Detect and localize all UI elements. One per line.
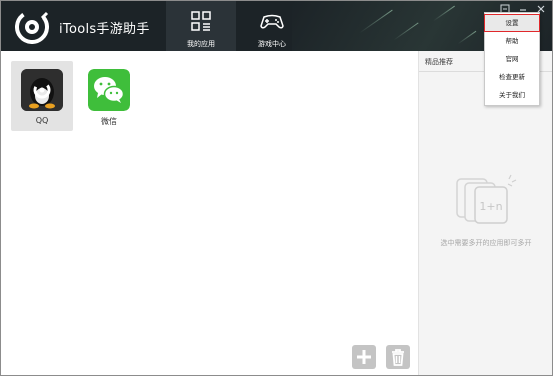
menu-item-website[interactable]: 官网 [485,51,539,67]
qq-penguin-icon [21,69,63,111]
tab-my-apps-label: 我的应用 [187,40,215,48]
add-app-button[interactable] [352,345,376,369]
menu-item-settings[interactable]: 设置 [484,14,540,32]
trash-icon [392,349,404,366]
recommend-title: 精品推荐 [425,58,453,66]
menu-item-check-update[interactable]: 检查更新 [485,69,539,85]
delete-app-button[interactable] [386,345,410,369]
illustration-text: 1+n [479,200,502,213]
app-window: iTools手游助手 我的应用 游戏中心 QQ 微信 精品推荐 1+n 选中需要… [0,0,553,376]
plus-icon [357,350,371,364]
itools-logo-icon [15,10,49,44]
app-list-area: QQ 微信 [1,51,418,375]
multi-open-illustration-icon: 1+n [456,174,517,224]
header-bar: iTools手游助手 我的应用 游戏中心 [1,1,552,51]
settings-dropdown-menu: 设置 帮助 官网 检查更新 关于我们 [484,12,540,106]
app-tile-wechat[interactable]: 微信 [78,61,140,131]
menu-item-about[interactable]: 关于我们 [485,87,539,103]
tab-game-center-label: 游戏中心 [258,40,286,48]
app-title: iTools手游助手 [59,22,150,37]
grid-icon [191,11,211,31]
app-label: QQ [35,116,49,125]
multi-open-hint: 选中需要多开的应用即可多开 [440,239,532,247]
tab-my-apps[interactable]: 我的应用 [166,1,236,51]
wechat-icon [88,69,130,111]
app-tile-qq[interactable]: QQ [11,61,73,131]
gamepad-icon [260,14,284,29]
app-label: 微信 [101,117,117,126]
tab-game-center[interactable]: 游戏中心 [237,1,307,51]
menu-item-help[interactable]: 帮助 [485,33,539,49]
